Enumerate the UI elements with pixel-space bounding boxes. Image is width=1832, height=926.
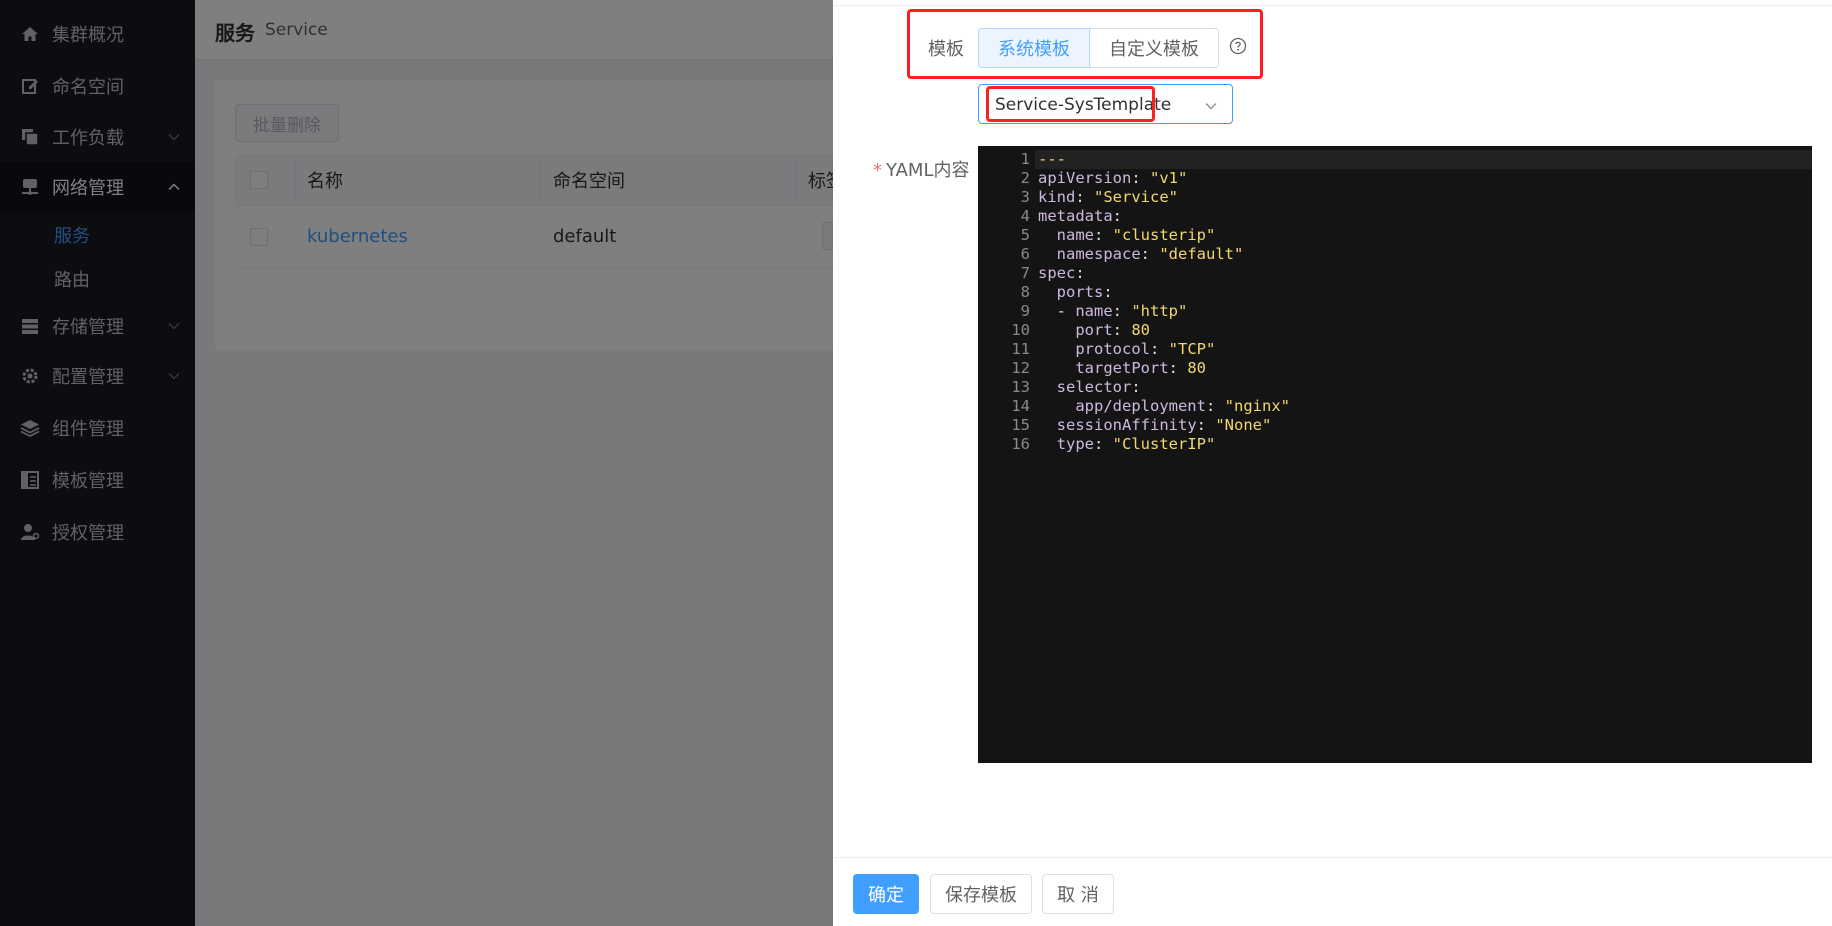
modal-overlay[interactable] [0, 0, 833, 926]
line-number: 7 [1020, 264, 1030, 282]
line-number: 1 [1020, 150, 1030, 168]
code-line: sessionAffinity: "None" [1056, 416, 1272, 434]
code-line: --- [1038, 150, 1066, 168]
code-line: targetPort: 80 [1075, 359, 1206, 377]
code-line: spec: [1038, 264, 1085, 282]
line-number: 5 [1020, 226, 1030, 244]
code-line: metadata: [1038, 207, 1122, 225]
highlight-box [986, 86, 1155, 122]
required-mark: * [873, 160, 882, 181]
code-line: name: "clusterip" [1056, 226, 1216, 244]
code-line: protocol: "TCP" [1075, 340, 1216, 358]
line-number: 2 [1020, 169, 1030, 187]
line-number: 16 [1011, 435, 1030, 453]
code-line: app/deployment: "nginx" [1075, 397, 1290, 415]
line-number: 6 [1020, 245, 1030, 263]
yaml-editor[interactable]: 1 2 3 4 5 6 7 8 9 10 11 12 13 14 15 16 --- apiVersion: "… [978, 146, 1812, 763]
active-line-highlight [1035, 150, 1812, 169]
code-line: selector: [1056, 378, 1141, 396]
code-line: type: "ClusterIP" [1056, 435, 1216, 453]
yaml-label: * YAML内容 [873, 156, 969, 182]
code-line: kind: "Service" [1038, 188, 1178, 206]
confirm-button[interactable]: 确定 [853, 874, 919, 914]
line-number: 13 [1011, 378, 1030, 396]
line-number: 9 [1020, 302, 1030, 320]
yaml-label-text: YAML内容 [886, 160, 970, 181]
code-line: ports: [1056, 283, 1113, 301]
line-number: 3 [1020, 188, 1030, 206]
line-number: 4 [1020, 207, 1030, 225]
line-number: 12 [1011, 359, 1030, 377]
chevron-down-icon [1205, 103, 1217, 110]
line-number: 15 [1011, 416, 1030, 434]
save-template-button[interactable]: 保存模板 [930, 874, 1032, 914]
code-line: namespace: "default" [1056, 245, 1244, 263]
code-line: apiVersion: "v1" [1038, 169, 1188, 187]
line-number: 10 [1011, 321, 1030, 339]
line-number: 14 [1011, 397, 1030, 415]
code-line: - name: "http" [1056, 302, 1188, 320]
line-number: 8 [1020, 283, 1030, 301]
code-line: port: 80 [1075, 321, 1150, 339]
line-number: 11 [1011, 340, 1030, 358]
highlight-box [907, 9, 1263, 79]
drawer-footer: 确定 保存模板 取 消 [833, 857, 1832, 926]
create-service-drawer: 模板 系统模板 自定义模板 Service-SysTemplate * YAML内… [833, 0, 1832, 926]
cancel-button[interactable]: 取 消 [1042, 874, 1114, 914]
